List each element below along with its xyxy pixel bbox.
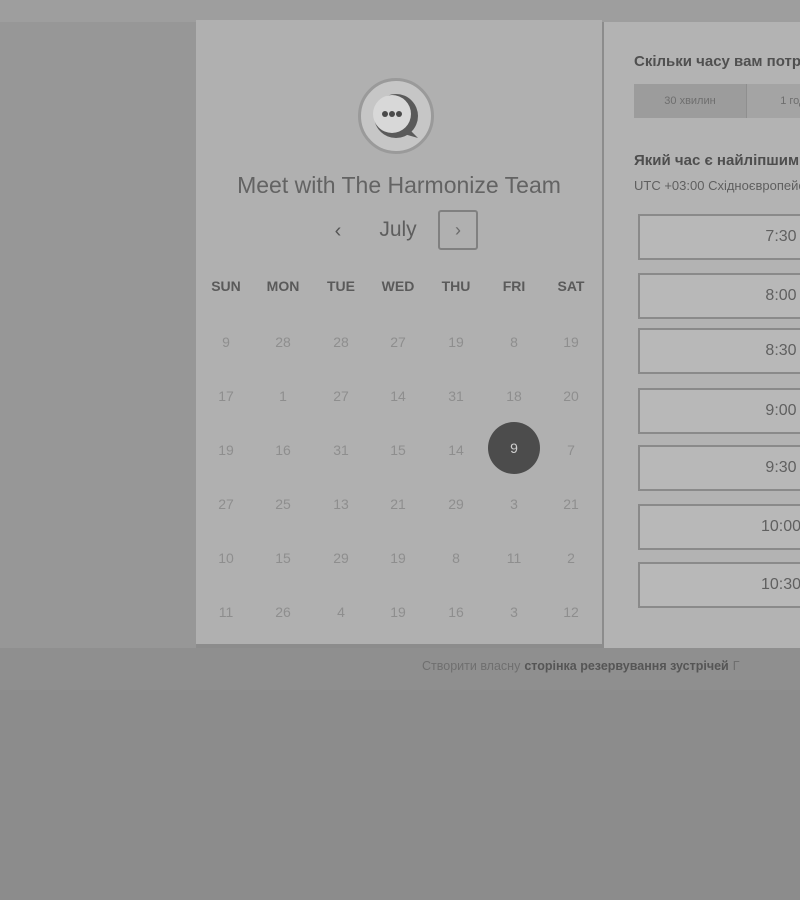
time-slot-button[interactable]: 8:00 (638, 273, 800, 319)
calendar-day[interactable]: 3 (488, 478, 540, 530)
weekday-label: FRI (502, 278, 526, 294)
calendar-day[interactable]: 31 (315, 424, 367, 476)
calendar-day[interactable]: 28 (315, 316, 367, 368)
calendar-day[interactable]: 17 (200, 370, 252, 422)
footer-tail-text: Г (732, 659, 740, 673)
calendar-day[interactable]: 27 (315, 370, 367, 422)
calendar-day[interactable]: 16 (430, 586, 482, 638)
calendar-day[interactable]: 10 (200, 532, 252, 584)
calendar-panel: Meet with The Harmonize Team ‹ July › SU… (196, 20, 602, 644)
calendar-day[interactable]: 11 (488, 532, 540, 584)
time-slot-label: 10:30 (760, 576, 800, 593)
calendar-day[interactable]: 8 (488, 316, 540, 368)
timezone-label[interactable]: UTC +03:00 Східноєвропейський час (634, 178, 800, 193)
calendar-day[interactable]: 11 (200, 586, 252, 638)
calendar-day[interactable]: 26 (257, 586, 309, 638)
calendar-day[interactable]: 2 (545, 532, 597, 584)
window-top-bar (0, 0, 800, 22)
calendar-day[interactable]: 19 (372, 532, 424, 584)
calendar-day[interactable]: 28 (257, 316, 309, 368)
calendar-day[interactable]: 21 (372, 478, 424, 530)
time-slot-button[interactable]: 10:00 (638, 504, 800, 550)
time-slot-button[interactable]: 7:30 (638, 214, 800, 260)
booking-page-link[interactable]: сторінка резервування зустрічей (524, 659, 728, 673)
duration-option-60[interactable]: 1 година (746, 84, 800, 118)
time-slot-button[interactable]: 9:30 (638, 445, 800, 491)
time-slot-label: 9:30 (765, 459, 797, 476)
calendar-day[interactable]: 31 (430, 370, 482, 422)
footer: Створити власну сторінка резервування зу… (400, 652, 800, 680)
time-slot-label: 7:30 (765, 228, 797, 245)
calendar-day[interactable]: 13 (315, 478, 367, 530)
page-backdrop (0, 22, 196, 649)
chat-bubble-icon (373, 94, 418, 138)
calendar-day[interactable]: 8 (430, 532, 482, 584)
time-question: Який час є найліпшим? (634, 152, 800, 169)
weekday-label: WED (381, 278, 415, 294)
page-title: Meet with The Harmonize Team (237, 172, 561, 198)
calendar-day[interactable]: 18 (488, 370, 540, 422)
calendar-day[interactable]: 21 (545, 478, 597, 530)
footer-lead-text: Створити власну (422, 659, 521, 673)
calendar-day[interactable]: 29 (430, 478, 482, 530)
month-label: July (379, 218, 417, 241)
chevron-left-icon: ‹ (334, 219, 342, 242)
time-slot-button[interactable]: 9:00 (638, 388, 800, 434)
duration-question: Скільки часу вам потрібно? (634, 53, 800, 70)
team-avatar (358, 78, 434, 154)
weekday-label: TUE (327, 278, 355, 294)
month-navigation: ‹ July › (196, 210, 602, 254)
weekday-label: THU (441, 278, 471, 294)
calendar-day[interactable]: 19 (545, 316, 597, 368)
calendar-day[interactable]: 14 (372, 370, 424, 422)
weekday-label: MON (266, 278, 300, 294)
calendar-day[interactable]: 20 (545, 370, 597, 422)
calendar-day[interactable]: 19 (430, 316, 482, 368)
next-month-button[interactable]: › (438, 210, 478, 250)
calendar-day[interactable]: 29 (315, 532, 367, 584)
time-slot-label: 10:00 (760, 518, 800, 535)
calendar-day[interactable]: 27 (200, 478, 252, 530)
calendar-day[interactable]: 15 (372, 424, 424, 476)
calendar-day[interactable]: 27 (372, 316, 424, 368)
calendar-day[interactable]: 12 (545, 586, 597, 638)
weekday-label: SUN (211, 278, 241, 294)
time-slot-label: 8:00 (765, 287, 797, 304)
scheduling-panel: Скільки часу вам потрібно? 30 хвилин 1 г… (604, 22, 800, 648)
duration-options: 30 хвилин 1 година (634, 84, 800, 118)
calendar-day[interactable]: 3 (488, 586, 540, 638)
time-slot-button[interactable]: 10:30 (638, 562, 800, 608)
calendar-day[interactable]: 19 (372, 586, 424, 638)
time-slot-label: 8:30 (765, 342, 797, 359)
previous-month-button[interactable]: ‹ (320, 210, 356, 252)
time-slot-button[interactable]: 8:30 (638, 328, 800, 374)
calendar-day[interactable]: 9 (200, 316, 252, 368)
calendar-day[interactable]: 16 (257, 424, 309, 476)
calendar-day[interactable]: 14 (430, 424, 482, 476)
calendar-day[interactable]: 25 (257, 478, 309, 530)
calendar-day[interactable]: 7 (545, 424, 597, 476)
calendar-day[interactable]: 19 (200, 424, 252, 476)
selected-day[interactable]: 9 (488, 422, 540, 474)
calendar-day[interactable]: 1 (257, 370, 309, 422)
calendar-day[interactable]: 15 (257, 532, 309, 584)
duration-option-30[interactable]: 30 хвилин (634, 84, 746, 118)
chevron-right-icon: › (455, 219, 461, 240)
time-slot-label: 9:00 (765, 402, 797, 419)
weekday-label: SAT (557, 278, 585, 294)
calendar-day[interactable]: 4 (315, 586, 367, 638)
